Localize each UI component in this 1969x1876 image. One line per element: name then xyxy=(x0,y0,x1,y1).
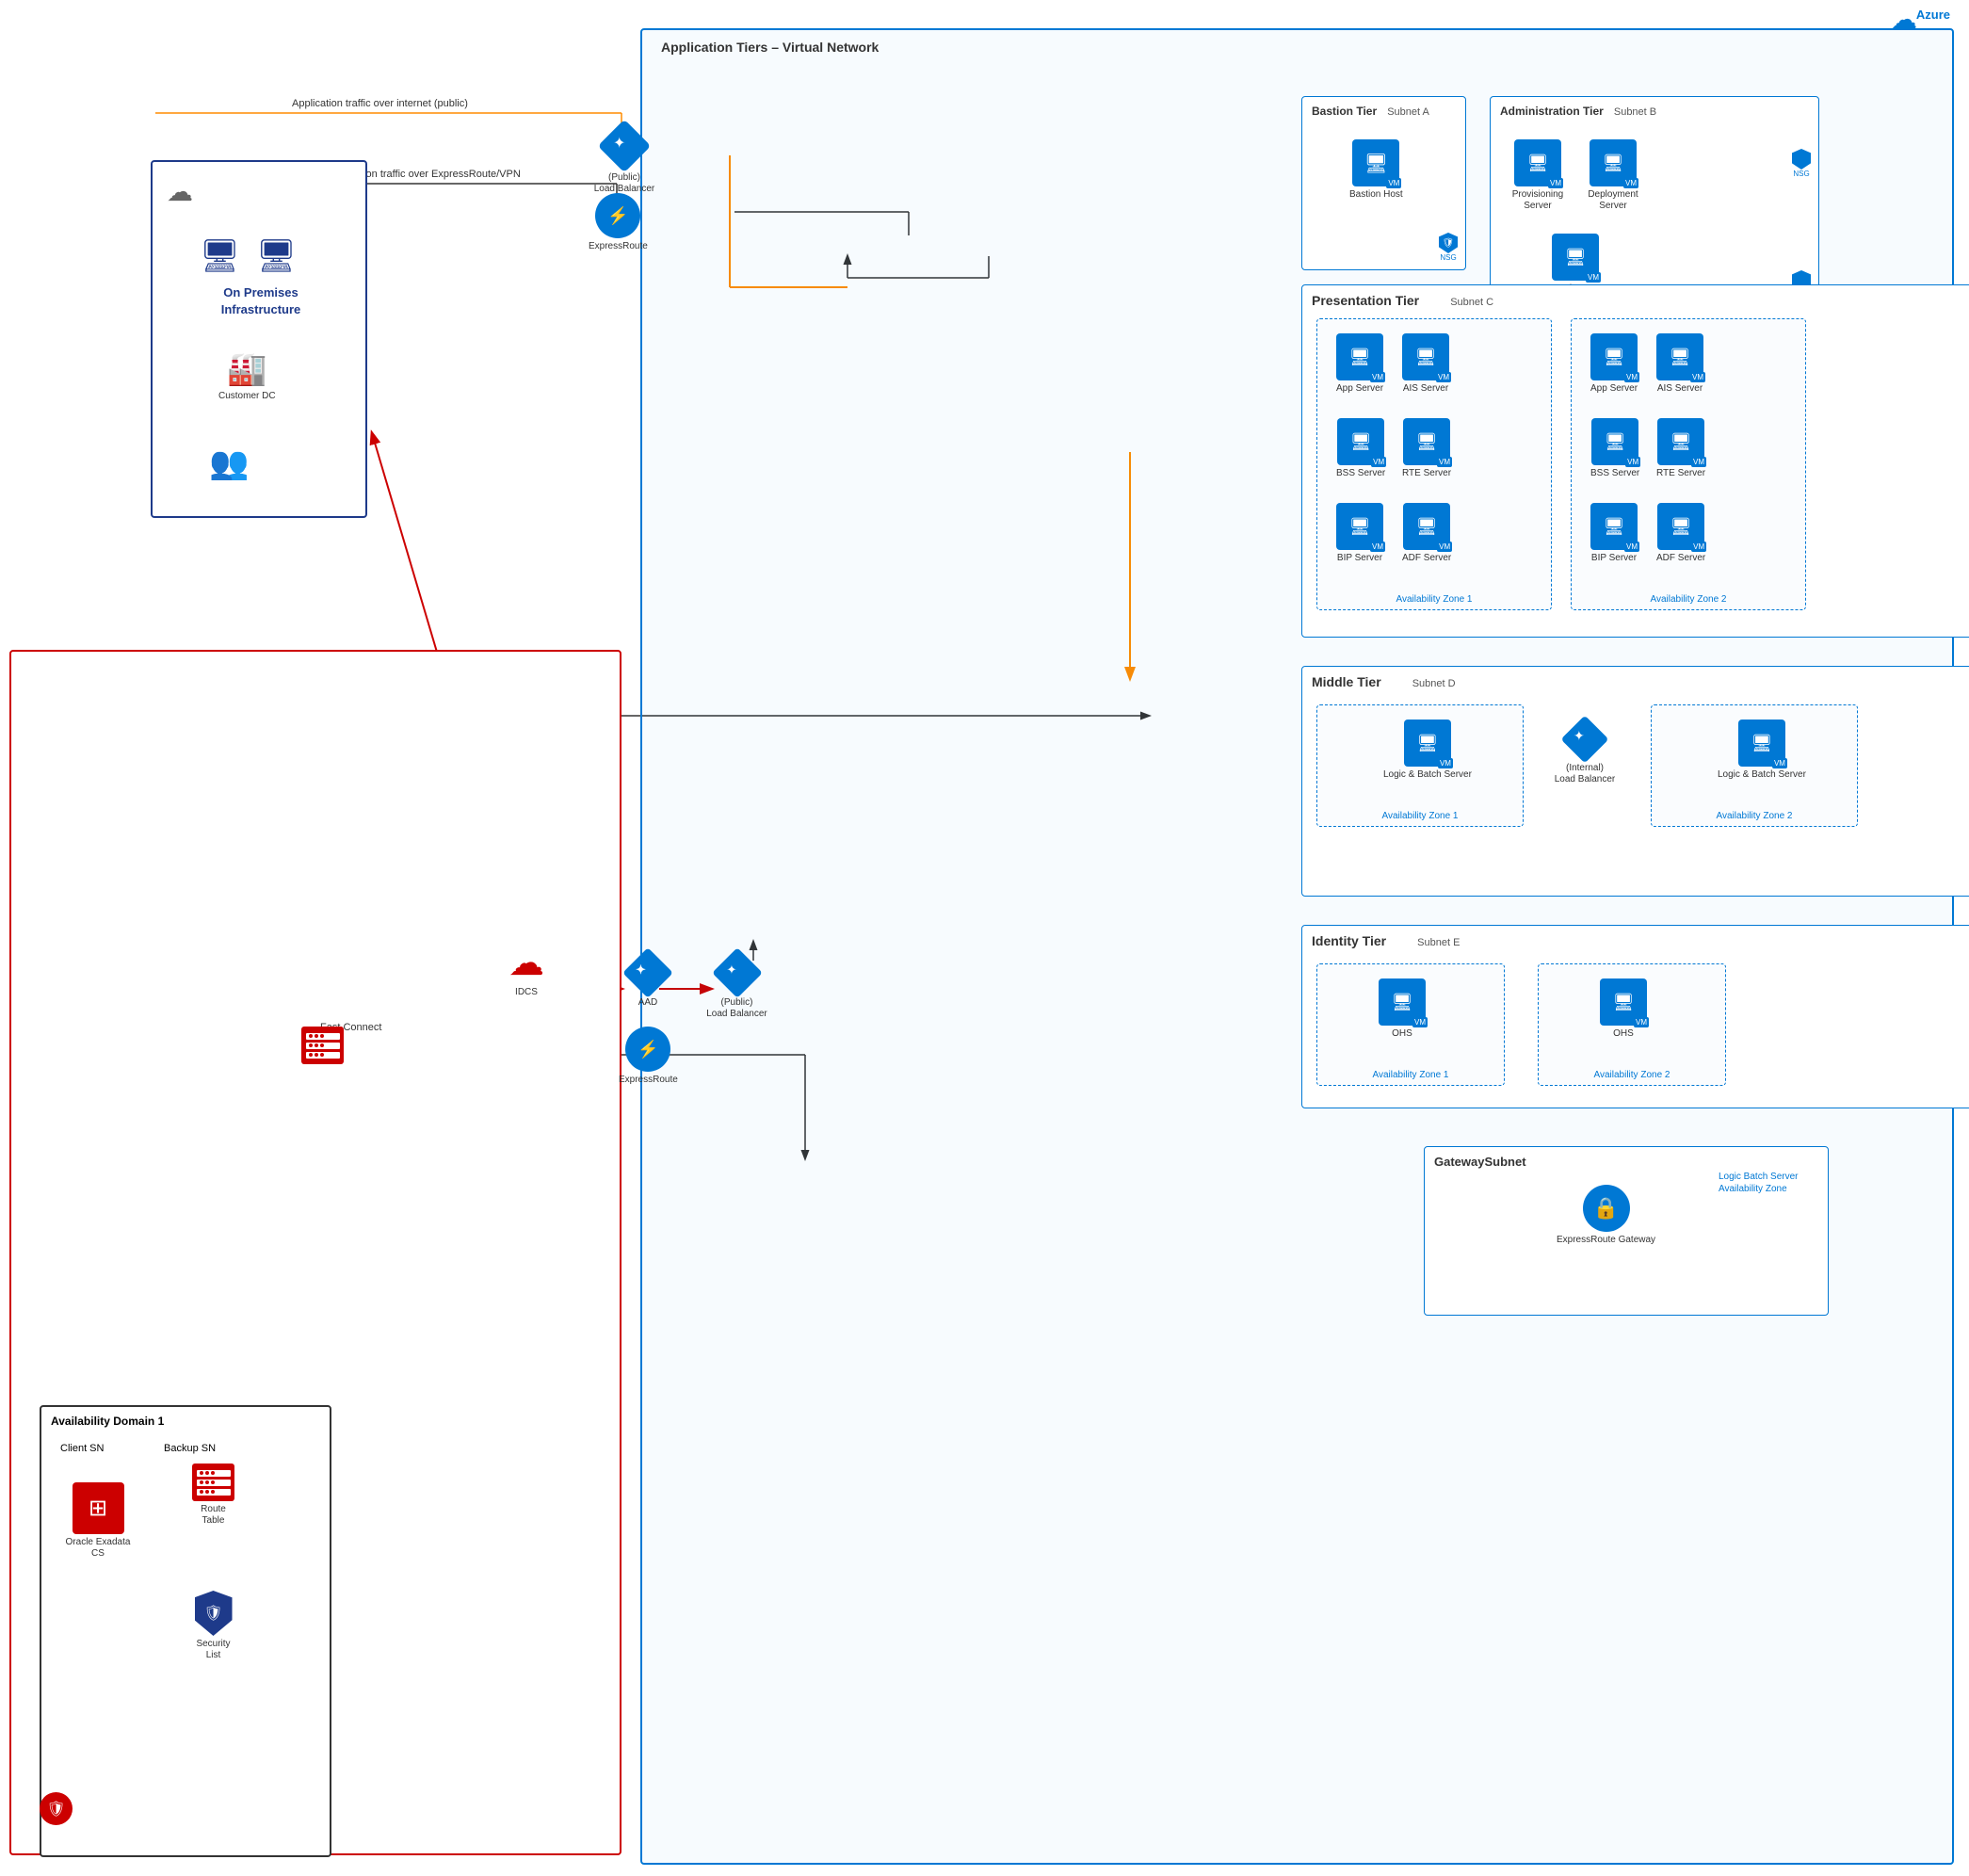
bastion-tier-box: Bastion Tier Subnet A 🖥 VM Bastion Host … xyxy=(1301,96,1466,270)
middle-az1-box: 🖥VM Logic & Batch Server Availability Zo… xyxy=(1316,704,1524,827)
presentation-az1-box: 🖥VM App Server 🖥VM AIS Server 🖥VM BSS Se… xyxy=(1316,318,1552,610)
middle-az2-logic-batch: 🖥VM Logic & Batch Server xyxy=(1718,720,1806,781)
pres-az1-bss-server: 🖥VM BSS Server xyxy=(1336,418,1385,479)
pres-az2-bip-server: 🖥VM BIP Server xyxy=(1590,503,1638,564)
identity-az1-box: 🖥VM OHS Availability Zone 1 xyxy=(1316,963,1505,1086)
identity-az1-ohs: 🖥VM OHS xyxy=(1379,978,1426,1040)
presentation-az2-box: 🖥VM App Server 🖥VM AIS Server 🖥VM BSS Se… xyxy=(1571,318,1806,610)
on-premises-box: ☁ 🖥 🖥 On PremisesInfrastructure 🏭 Custom… xyxy=(151,160,367,518)
deployment-server-icon: 🖥 VM DeploymentServer xyxy=(1585,139,1641,212)
app-traffic-label: Application traffic over internet (publi… xyxy=(292,98,468,109)
middle-az2-box: 🖥VM Logic & Batch Server Availability Zo… xyxy=(1651,704,1858,827)
admin-tier-box: Administration Tier Subnet B 🖥 VM Provis… xyxy=(1490,96,1819,308)
pres-az2-ais-server: 🖥VM AIS Server xyxy=(1656,333,1703,395)
logic-batch-az-label: Logic Batch ServerAvailability Zone xyxy=(1719,1171,1850,1195)
fast-connect-server-icon xyxy=(301,1027,344,1064)
pres-az1-adf-server: 🖥VM ADF Server xyxy=(1402,503,1451,564)
middle-az1-logic-batch: 🖥VM Logic & Batch Server xyxy=(1383,720,1472,781)
aad-icon: ✦ AAD xyxy=(626,951,670,1009)
oci-defense-icon: 🛡 xyxy=(40,1792,73,1825)
pres-az2-rte-server: 🖥VM RTE Server xyxy=(1656,418,1705,479)
admin-nsg1-icon: NSG xyxy=(1792,149,1811,178)
oracle-exadata-icon: ⊞ Oracle Exadata CS xyxy=(60,1482,136,1560)
middle-tier-box: Middle Tier Subnet D NSG ✦ (Internal)Loa… xyxy=(1301,666,1969,897)
infrastructure-icon-2: 🖥 xyxy=(256,237,297,275)
vnet-title: Application Tiers – Virtual Network xyxy=(661,40,879,55)
expressroute-top-icon: ⚡ ExpressRoute xyxy=(589,193,648,252)
identity-az2-box: 🖥VM OHS Availability Zone 2 xyxy=(1538,963,1726,1086)
availability-domain-box: Availability Domain 1 Client SN Backup S… xyxy=(40,1405,331,1857)
on-premises-title: On PremisesInfrastructure xyxy=(181,284,341,318)
people-icon: 👥 xyxy=(209,445,249,482)
provisioning-server-icon: 🖥 VM ProvisioningServer xyxy=(1509,139,1566,212)
pres-az2-adf-server: 🖥VM ADF Server xyxy=(1656,503,1705,564)
pres-az1-ais-server: 🖥VM AIS Server xyxy=(1402,333,1449,395)
pres-az1-app-server: 🖥VM App Server xyxy=(1336,333,1383,395)
expressroute-bottom-icon: ⚡ ExpressRoute xyxy=(619,1027,678,1086)
bastion-host-icon: 🖥 VM Bastion Host xyxy=(1349,139,1403,201)
client-sn-label: Client SN xyxy=(60,1443,104,1454)
security-list-icon: 🛡 SecurityList xyxy=(187,1591,239,1661)
pres-az1-bip-server: 🖥VM BIP Server xyxy=(1336,503,1383,564)
presentation-tier-box: Presentation Tier Subnet C NSG 🖥VM App S… xyxy=(1301,284,1969,638)
internal-lb-icon: ✦ (Internal)Load Balancer xyxy=(1552,719,1618,785)
identity-az2-ohs: 🖥VM OHS xyxy=(1600,978,1647,1040)
backup-sn-label: Backup SN xyxy=(164,1443,216,1454)
public-lb-top-icon: ✦ (Public)Load Balancer xyxy=(591,122,657,195)
pres-az2-bss-server: 🖥VM BSS Server xyxy=(1590,418,1639,479)
identity-tier-box: Identity Tier Subnet E NSG 🖥VM OHS Avail… xyxy=(1301,925,1969,1108)
bastion-nsg-icon: 🛡 NSG xyxy=(1439,233,1458,262)
pres-az1-rte-server: 🖥VM RTE Server xyxy=(1402,418,1451,479)
public-lb-identity-icon: ✦ (Public)Load Balancer xyxy=(706,951,767,1020)
infrastructure-icon-1: 🖥 xyxy=(200,237,240,275)
availability-domain-label: Availability Domain 1 xyxy=(51,1415,164,1428)
diagram-container: Application traffic over internet (publi… xyxy=(0,0,1969,1876)
vnet-box: Application Tiers – Virtual Network Bast… xyxy=(640,28,1954,1865)
expressroute-gateway-icon: 🔒 ExpressRoute Gateway xyxy=(1557,1185,1655,1246)
customer-dc-icon: 🏭 Customer DC xyxy=(218,350,276,402)
oci-outer-box: Availability Domain 1 Client SN Backup S… xyxy=(9,650,621,1855)
azure-label: Azure xyxy=(1916,8,1950,22)
pres-az2-app-server: 🖥VM App Server xyxy=(1590,333,1638,395)
idcs-icon: ☁ IDCS IDCS xyxy=(508,942,544,998)
route-table-icon: RouteTable xyxy=(187,1464,239,1527)
on-premises-cloud-icon: ☁ xyxy=(167,176,193,207)
